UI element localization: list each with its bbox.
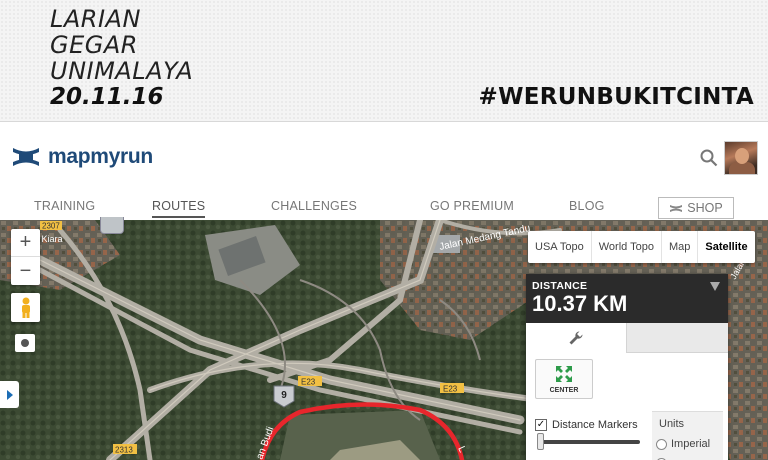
- expand-sidebar-tab[interactable]: [0, 381, 19, 408]
- zoom-out-button[interactable]: −: [11, 257, 40, 285]
- under-armour-small-icon: [670, 204, 683, 212]
- panel-tabs: [526, 323, 728, 353]
- my-location-button[interactable]: [15, 334, 35, 352]
- logo-text: mapmyrun: [48, 145, 153, 168]
- map-type-selector: USA Topo World Topo Map Satellite: [528, 231, 755, 263]
- imperial-label: Imperial: [671, 438, 711, 450]
- map-type-map[interactable]: Map: [662, 231, 699, 263]
- location-dot-icon: [21, 339, 29, 347]
- search-icon[interactable]: [700, 149, 718, 167]
- site-header: mapmyrun TRAINING ROUTES CHALLENGES GO P…: [0, 123, 768, 220]
- distance-value: 10.37 KM: [532, 291, 628, 316]
- nav-training[interactable]: TRAINING: [34, 199, 95, 213]
- nav-routes[interactable]: ROUTES: [152, 199, 206, 218]
- event-date: 20.11.16: [50, 84, 164, 110]
- zoom-in-button[interactable]: +: [11, 229, 40, 257]
- street-view-pegman-icon[interactable]: [11, 293, 40, 322]
- slider-handle[interactable]: [537, 433, 544, 450]
- wrench-icon: [569, 331, 583, 345]
- map-label-e23-a: E23: [301, 378, 316, 387]
- map-route-marker[interactable]: [100, 217, 124, 234]
- distance-markers-label: Distance Markers: [552, 419, 638, 431]
- event-hashtag: #WERUNBUKITCINTA: [478, 84, 754, 110]
- avatar[interactable]: [724, 141, 758, 175]
- center-button[interactable]: CENTER: [535, 359, 593, 399]
- distance-markers-checkbox[interactable]: ✓: [535, 419, 547, 431]
- event-title-line-3: UNIMALAYA: [50, 57, 194, 85]
- shop-button[interactable]: SHOP: [658, 197, 734, 219]
- map-type-usa-topo[interactable]: USA Topo: [528, 231, 592, 263]
- nav-blog[interactable]: BLOG: [569, 199, 605, 213]
- units-title: Units: [659, 418, 685, 430]
- avatar-face-shape: [735, 148, 749, 164]
- distance-markers-option: ✓ Distance Markers: [535, 419, 638, 431]
- site-logo[interactable]: mapmyrun: [10, 145, 153, 169]
- route-marker-number: 9: [281, 390, 287, 401]
- event-title-line-1: LARIAN: [50, 5, 141, 33]
- imperial-radio[interactable]: [656, 438, 667, 450]
- marker-interval-slider[interactable]: [537, 433, 640, 450]
- map-label-e23-b: E23: [443, 385, 458, 394]
- nav-go-premium[interactable]: GO PREMIUM: [430, 199, 514, 213]
- event-title-line-2: GEGAR: [50, 31, 138, 59]
- settings-tab[interactable]: [526, 323, 626, 353]
- arrow-right-icon: [6, 389, 13, 400]
- nav-challenges[interactable]: CHALLENGES: [271, 199, 357, 213]
- caret-down-icon[interactable]: [710, 282, 720, 291]
- zoom-control: + −: [11, 229, 40, 285]
- units-imperial-option[interactable]: Imperial: [656, 438, 710, 450]
- route-info-panel: DISTANCE 10.37 KM CENTER ✓ Distance Mark…: [526, 274, 728, 460]
- under-armour-logo-icon: [13, 148, 39, 166]
- center-arrows-icon: [556, 366, 572, 382]
- map-type-world-topo[interactable]: World Topo: [592, 231, 662, 263]
- secondary-tab[interactable]: [626, 323, 728, 353]
- route-distance-marker[interactable]: 9: [272, 384, 296, 408]
- units-box: Units Imperial: [652, 411, 723, 460]
- screen: LARIAN GEGAR UNIMALAYA 20.11.16 #WERUNBU…: [0, 0, 768, 460]
- map-label-2313: 2313: [115, 446, 133, 455]
- map-label-2307: 2307: [42, 222, 60, 231]
- shop-label: SHOP: [687, 201, 723, 215]
- event-banner: LARIAN GEGAR UNIMALAYA 20.11.16 #WERUNBU…: [0, 0, 768, 122]
- center-label: CENTER: [549, 387, 579, 394]
- distance-header: DISTANCE 10.37 KM: [526, 274, 728, 323]
- map-type-satellite[interactable]: Satellite: [698, 231, 754, 263]
